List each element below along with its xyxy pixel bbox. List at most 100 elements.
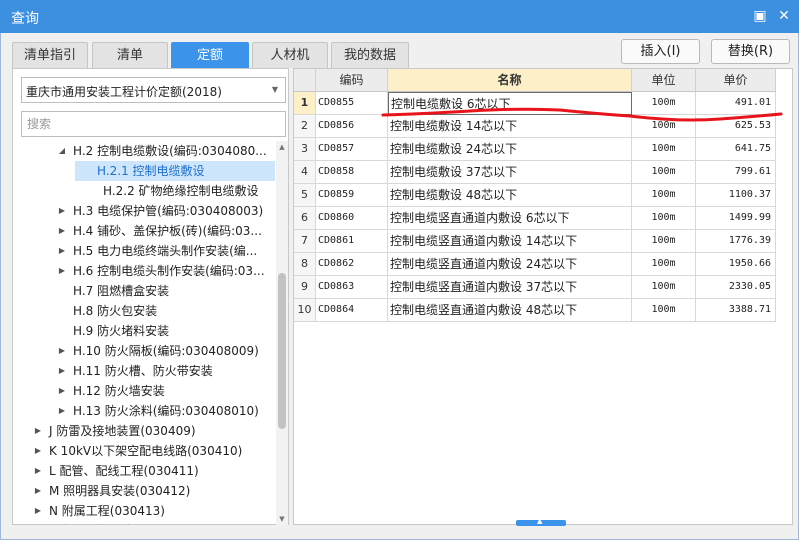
expand-arrow-icon[interactable]: ▶	[33, 441, 43, 461]
tab-bill[interactable]: 清单	[92, 42, 168, 68]
cell-price[interactable]: 2330.05	[696, 276, 776, 299]
tree-item[interactable]: ▶ L 配管、配线工程(030411)	[13, 461, 275, 481]
cell-code[interactable]: CD0860	[316, 207, 388, 230]
cell-price[interactable]: 3388.71	[696, 299, 776, 322]
cell-name[interactable]: 控制电缆竖直通道内敷设 48芯以下	[388, 299, 632, 322]
expand-arrow-icon[interactable]: ▶	[57, 241, 67, 261]
cell-name[interactable]: 控制电缆敷设 14芯以下	[388, 115, 632, 138]
cell-name[interactable]: 控制电缆竖直通道内敷设 37芯以下	[388, 276, 632, 299]
cell-code[interactable]: CD0862	[316, 253, 388, 276]
row-number[interactable]: 8	[294, 253, 316, 276]
cell-price[interactable]: 1776.39	[696, 230, 776, 253]
insert-button[interactable]: 插入(I)	[621, 39, 700, 64]
scrollbar-thumb[interactable]	[278, 273, 286, 429]
row-number[interactable]: 7	[294, 230, 316, 253]
expand-arrow-icon[interactable]: ▶	[33, 421, 43, 441]
cell-unit[interactable]: 100m	[632, 115, 696, 138]
cell-code[interactable]: CD0855	[316, 92, 388, 115]
tree-item[interactable]: ▶ P 电气调整试验(030414)	[13, 521, 275, 525]
close-icon[interactable]: ✕	[775, 7, 793, 25]
cell-name[interactable]: 控制电缆敷设 24芯以下	[388, 138, 632, 161]
expand-arrow-icon[interactable]: ▶	[57, 221, 67, 241]
expand-arrow-icon[interactable]: ▶	[57, 261, 67, 281]
cell-price[interactable]: 1950.66	[696, 253, 776, 276]
tab-labor-material-machine[interactable]: 人材机	[252, 42, 328, 68]
tree-item[interactable]: ▶ N 附属工程(030413)	[13, 501, 275, 521]
row-number[interactable]: 5	[294, 184, 316, 207]
maximize-icon[interactable]: ▣	[751, 7, 769, 25]
row-number[interactable]: 1	[294, 92, 316, 115]
row-number[interactable]: 4	[294, 161, 316, 184]
cell-code[interactable]: CD0857	[316, 138, 388, 161]
cell-price[interactable]: 641.75	[696, 138, 776, 161]
tree-item[interactable]: ▶ H.12 防火墙安装	[13, 381, 275, 401]
tree-item[interactable]: H.7 阻燃槽盒安装	[13, 281, 275, 301]
expand-arrow-icon[interactable]: ▶	[33, 461, 43, 481]
cell-unit[interactable]: 100m	[632, 207, 696, 230]
cell-code[interactable]: CD0858	[316, 161, 388, 184]
cell-unit[interactable]: 100m	[632, 230, 696, 253]
expand-arrow-icon[interactable]: ▶	[57, 341, 67, 361]
tree-item[interactable]: ▶ H.5 电力电缆终端头制作安装(编...	[13, 241, 275, 261]
cell-price[interactable]: 799.61	[696, 161, 776, 184]
collapse-arrow-icon[interactable]: ◢	[57, 141, 67, 161]
tree-item[interactable]: H.8 防火包安装	[13, 301, 275, 321]
search-input[interactable]	[21, 111, 286, 137]
cell-unit[interactable]: 100m	[632, 92, 696, 115]
row-number[interactable]: 9	[294, 276, 316, 299]
tree-item[interactable]: ▶ H.6 控制电缆头制作安装(编码:03...	[13, 261, 275, 281]
cell-code[interactable]: CD0856	[316, 115, 388, 138]
tree-item[interactable]: H.9 防火堵料安装	[13, 321, 275, 341]
cell-unit[interactable]: 100m	[632, 161, 696, 184]
row-number[interactable]: 3	[294, 138, 316, 161]
expand-arrow-icon[interactable]: ▶	[33, 521, 43, 525]
tree-item[interactable]: ▶ H.3 电缆保护管(编码:030408003)	[13, 201, 275, 221]
cell-code[interactable]: CD0859	[316, 184, 388, 207]
tab-my-data[interactable]: 我的数据	[331, 42, 409, 68]
expand-arrow-icon[interactable]: ▶	[33, 501, 43, 521]
tree-item[interactable]: ◢ H.2 控制电缆敷设(编码:0304080...	[13, 141, 275, 161]
tree-item[interactable]: ▶ H.13 防火涂料(编码:030408010)	[13, 401, 275, 421]
tree-item[interactable]: H.2.1 控制电缆敷设	[75, 161, 275, 181]
scroll-down-icon[interactable]: ▼	[276, 513, 288, 525]
column-header-code[interactable]: 编码	[316, 69, 388, 92]
row-number[interactable]: 2	[294, 115, 316, 138]
expand-arrow-icon[interactable]: ▶	[57, 361, 67, 381]
cell-name[interactable]: 控制电缆敷设 6芯以下	[388, 92, 632, 115]
cell-unit[interactable]: 100m	[632, 138, 696, 161]
cell-code[interactable]: CD0861	[316, 230, 388, 253]
cell-name[interactable]: 控制电缆敷设 48芯以下	[388, 184, 632, 207]
cell-price[interactable]: 1499.99	[696, 207, 776, 230]
cell-name[interactable]: 控制电缆竖直通道内敷设 24芯以下	[388, 253, 632, 276]
expand-arrow-icon[interactable]: ▶	[57, 401, 67, 421]
tree-item[interactable]: ▶ K 10kV以下架空配电线路(030410)	[13, 441, 275, 461]
expand-arrow-icon[interactable]: ▶	[57, 381, 67, 401]
replace-button[interactable]: 替换(R)	[711, 39, 790, 64]
column-header-price[interactable]: 单价	[696, 69, 776, 92]
column-header-name[interactable]: 名称	[388, 69, 632, 92]
cell-code[interactable]: CD0863	[316, 276, 388, 299]
tree-item[interactable]: ▶ H.11 防火槽、防火带安装	[13, 361, 275, 381]
cell-unit[interactable]: 100m	[632, 276, 696, 299]
scroll-up-icon[interactable]: ▲	[276, 141, 288, 153]
row-number[interactable]: 10	[294, 299, 316, 322]
row-number[interactable]: 6	[294, 207, 316, 230]
tree-item[interactable]: ▶ H.10 防火隔板(编码:030408009)	[13, 341, 275, 361]
library-select[interactable]: 重庆市通用安装工程计价定额(2018) ▼	[21, 77, 286, 103]
panel-splitter[interactable]: ▲	[516, 517, 566, 526]
expand-arrow-icon[interactable]: ▶	[57, 201, 67, 221]
cell-price[interactable]: 491.01	[696, 92, 776, 115]
cell-unit[interactable]: 100m	[632, 253, 696, 276]
cell-unit[interactable]: 100m	[632, 299, 696, 322]
column-header-unit[interactable]: 单位	[632, 69, 696, 92]
cell-price[interactable]: 1100.37	[696, 184, 776, 207]
tree-item[interactable]: H.2.2 矿物绝缘控制电缆敷设	[13, 181, 275, 201]
cell-name[interactable]: 控制电缆竖直通道内敷设 14芯以下	[388, 230, 632, 253]
tab-bill-guide[interactable]: 清单指引	[12, 42, 88, 68]
cell-name[interactable]: 控制电缆敷设 37芯以下	[388, 161, 632, 184]
tree-scrollbar[interactable]: ▲ ▼	[276, 141, 288, 525]
tree-item[interactable]: ▶ J 防雷及接地装置(030409)	[13, 421, 275, 441]
cell-unit[interactable]: 100m	[632, 184, 696, 207]
tree-item[interactable]: ▶ M 照明器具安装(030412)	[13, 481, 275, 501]
tree-item[interactable]: ▶ H.4 铺砂、盖保护板(砖)(编码:03...	[13, 221, 275, 241]
